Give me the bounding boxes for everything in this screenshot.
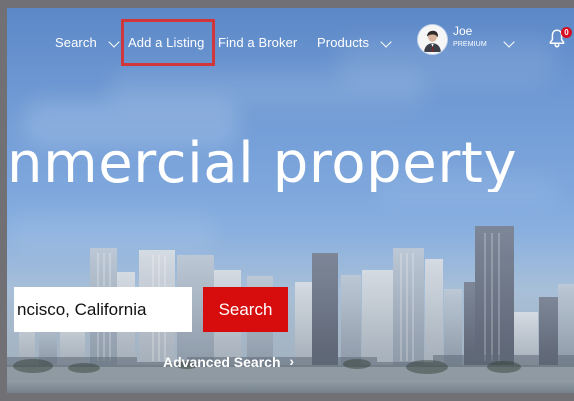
- nav-products[interactable]: Products: [317, 36, 392, 49]
- nav-find-broker[interactable]: Find a Broker: [218, 36, 297, 49]
- nav-find-broker-label: Find a Broker: [218, 35, 298, 50]
- location-search-input[interactable]: [14, 287, 192, 332]
- hero-headline: nmercial property: [7, 131, 518, 196]
- user-name: Joe: [453, 24, 473, 38]
- top-navigation: Search Add a Listing Find a Broker Produ…: [7, 8, 574, 86]
- screenshot-frame: Search Add a Listing Find a Broker Produ…: [0, 0, 574, 401]
- chevron-down-icon[interactable]: [503, 38, 515, 46]
- chevron-down-icon: [108, 38, 120, 46]
- user-avatar-icon: [418, 25, 447, 54]
- avatar[interactable]: [418, 25, 447, 54]
- user-tier: PREMIUM: [453, 41, 487, 48]
- advanced-search-label: Advanced Search: [163, 354, 281, 370]
- nav-search[interactable]: Search: [55, 36, 120, 49]
- highlight-outline: [121, 19, 215, 66]
- notification-badge: 0: [561, 27, 572, 38]
- chevron-down-icon: [380, 38, 392, 46]
- nav-products-label: Products: [317, 35, 370, 50]
- chevron-right-icon: ›: [289, 353, 295, 369]
- search-button[interactable]: Search: [203, 287, 288, 332]
- advanced-search-link[interactable]: Advanced Search ›: [163, 353, 295, 370]
- hero-viewport: Search Add a Listing Find a Broker Produ…: [7, 8, 574, 394]
- nav-search-label: Search: [55, 35, 97, 50]
- bottom-border: [0, 393, 574, 401]
